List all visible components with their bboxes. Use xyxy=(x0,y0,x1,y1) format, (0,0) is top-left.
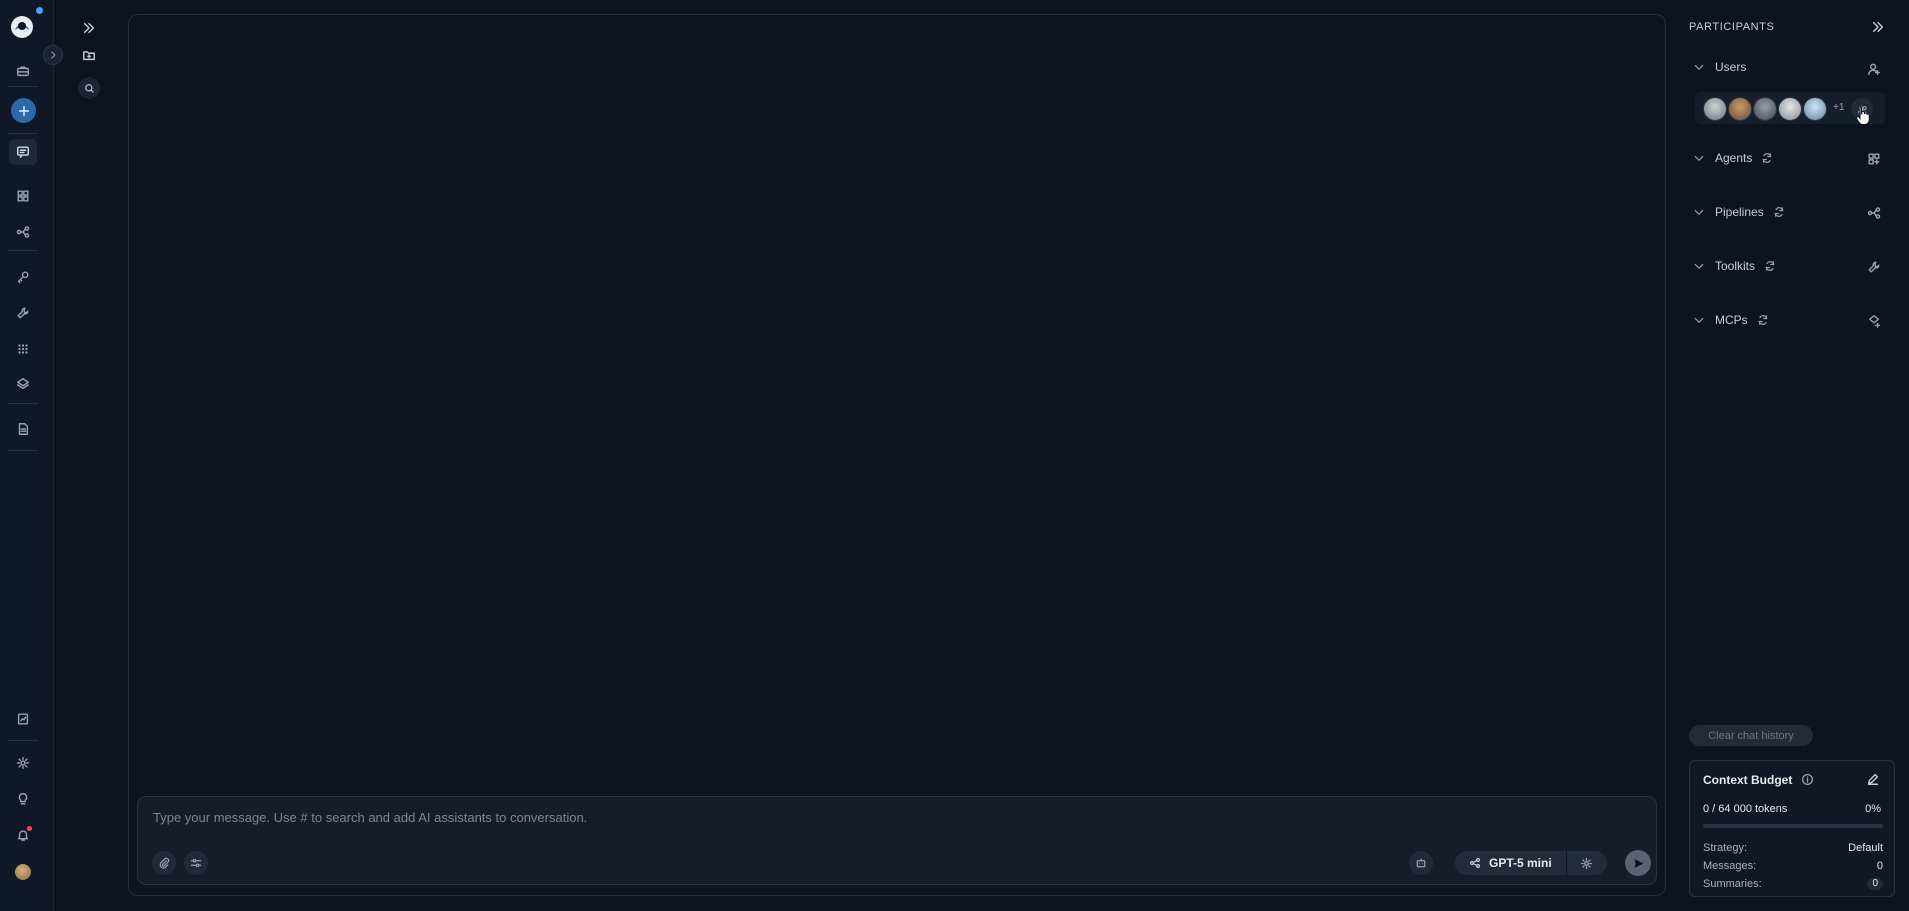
model-selector[interactable]: GPT-5 mini xyxy=(1455,851,1607,875)
attach-button[interactable] xyxy=(152,851,176,875)
divider xyxy=(8,403,38,404)
section-label: MCPs xyxy=(1715,313,1748,327)
budget-title: Context Budget xyxy=(1703,773,1793,787)
token-percent: 0% xyxy=(1865,803,1881,815)
chat-icon[interactable] xyxy=(9,139,37,165)
add-toolkit-icon[interactable] xyxy=(1866,259,1882,275)
messages-row: Messages: 0 xyxy=(1703,860,1883,872)
section-mcps[interactable]: MCPs xyxy=(1693,310,1873,330)
expand-chats-button[interactable] xyxy=(79,18,99,38)
row-value: 0 xyxy=(1876,860,1883,872)
divider xyxy=(8,86,38,87)
add-mcp-icon[interactable] xyxy=(1866,313,1882,329)
expand-sidebar-button[interactable] xyxy=(43,45,63,65)
summaries-row: Summaries: 0 xyxy=(1703,878,1883,890)
row-label: Summaries: xyxy=(1703,878,1762,890)
send-icon xyxy=(1633,858,1643,868)
user-avatar[interactable] xyxy=(1753,97,1777,121)
key-icon[interactable] xyxy=(12,266,34,288)
row-label: Messages: xyxy=(1703,860,1757,872)
gear-icon xyxy=(1580,857,1592,869)
add-agent-icon[interactable] xyxy=(1866,151,1882,167)
notification-dot xyxy=(27,826,32,831)
briefcase-icon[interactable] xyxy=(12,60,34,82)
section-users[interactable]: Users xyxy=(1693,57,1873,77)
report-icon[interactable] xyxy=(12,708,34,730)
user-avatar[interactable] xyxy=(1803,97,1827,121)
bell-icon[interactable] xyxy=(12,824,34,846)
more-users-count: +1 xyxy=(1833,102,1845,113)
layers-icon[interactable] xyxy=(12,373,34,395)
apps-icon[interactable] xyxy=(12,338,34,360)
user-avatar[interactable] xyxy=(1728,97,1752,121)
section-label: Pipelines xyxy=(1715,205,1764,219)
chevron-down-icon xyxy=(1694,317,1704,323)
refresh-icon xyxy=(1758,315,1768,325)
message-input[interactable] xyxy=(153,805,1553,829)
refresh-icon xyxy=(1765,261,1775,271)
refresh-icon xyxy=(1763,153,1772,163)
chevron-down-icon xyxy=(1694,64,1704,70)
chat-panel: GPT-5 mini xyxy=(128,14,1666,896)
context-budget-card: Context Budget 0 / 64 000 tokens 0% Stra… xyxy=(1689,760,1895,897)
token-usage: 0 / 64 000 tokens xyxy=(1703,803,1788,815)
chat-list-column xyxy=(55,0,125,911)
divider xyxy=(8,250,38,251)
model-name: GPT-5 mini xyxy=(1489,856,1552,870)
send-button[interactable] xyxy=(1625,850,1651,876)
row-value: Default xyxy=(1848,842,1883,854)
add-user-icon[interactable] xyxy=(1866,61,1882,77)
participants-title: PARTICIPANTS xyxy=(1689,21,1775,33)
section-label: Agents xyxy=(1715,151,1753,165)
collapse-panel-button[interactable] xyxy=(1871,20,1885,34)
chevron-down-icon xyxy=(1694,155,1704,161)
divider xyxy=(8,133,38,134)
model-settings-button[interactable] xyxy=(1567,851,1605,875)
row-value: 0 xyxy=(1867,878,1883,890)
mouse-cursor-icon xyxy=(1856,105,1870,125)
section-label: Toolkits xyxy=(1715,259,1756,273)
refresh-icon xyxy=(1774,207,1784,217)
status-dot xyxy=(36,7,43,14)
add-pipeline-icon[interactable] xyxy=(1866,205,1882,221)
chevron-down-icon xyxy=(1694,209,1704,215)
clear-history-button[interactable]: Clear chat history xyxy=(1689,725,1813,746)
section-pipelines[interactable]: Pipelines xyxy=(1693,202,1873,222)
settings-icon[interactable] xyxy=(12,752,34,774)
chevron-down-icon xyxy=(1694,263,1704,269)
model-share-icon xyxy=(1470,858,1480,868)
row-label: Strategy: xyxy=(1703,842,1748,854)
section-label: Users xyxy=(1715,60,1747,74)
wrench-icon[interactable] xyxy=(12,302,34,324)
settings-sliders-button[interactable] xyxy=(184,851,208,875)
grid-icon[interactable] xyxy=(12,185,34,207)
new-folder-icon[interactable] xyxy=(79,45,99,65)
left-rail xyxy=(0,0,54,911)
message-composer: GPT-5 mini xyxy=(137,796,1657,885)
token-progress-bar xyxy=(1703,824,1883,828)
lightbulb-icon[interactable] xyxy=(12,788,34,810)
user-avatar[interactable] xyxy=(1778,97,1802,121)
document-icon[interactable] xyxy=(12,418,34,440)
search-chats-button[interactable] xyxy=(78,77,100,99)
divider xyxy=(8,740,38,741)
info-icon[interactable] xyxy=(1801,773,1814,786)
user-avatar[interactable] xyxy=(15,864,31,880)
participants-panel: PARTICIPANTS Users +1 Agents Pipelines T… xyxy=(1676,0,1909,911)
section-toolkits[interactable]: Toolkits xyxy=(1693,256,1873,276)
workflow-icon[interactable] xyxy=(12,221,34,243)
assistant-icon[interactable] xyxy=(1409,851,1433,875)
divider xyxy=(8,450,38,451)
section-agents[interactable]: Agents xyxy=(1693,148,1873,168)
strategy-row: Strategy: Default xyxy=(1703,842,1883,854)
app-logo-icon[interactable] xyxy=(9,14,35,40)
edit-icon[interactable] xyxy=(1866,772,1880,786)
user-avatar[interactable] xyxy=(1703,97,1727,121)
model-select-button[interactable]: GPT-5 mini xyxy=(1455,851,1567,875)
new-chat-button[interactable] xyxy=(11,98,36,123)
